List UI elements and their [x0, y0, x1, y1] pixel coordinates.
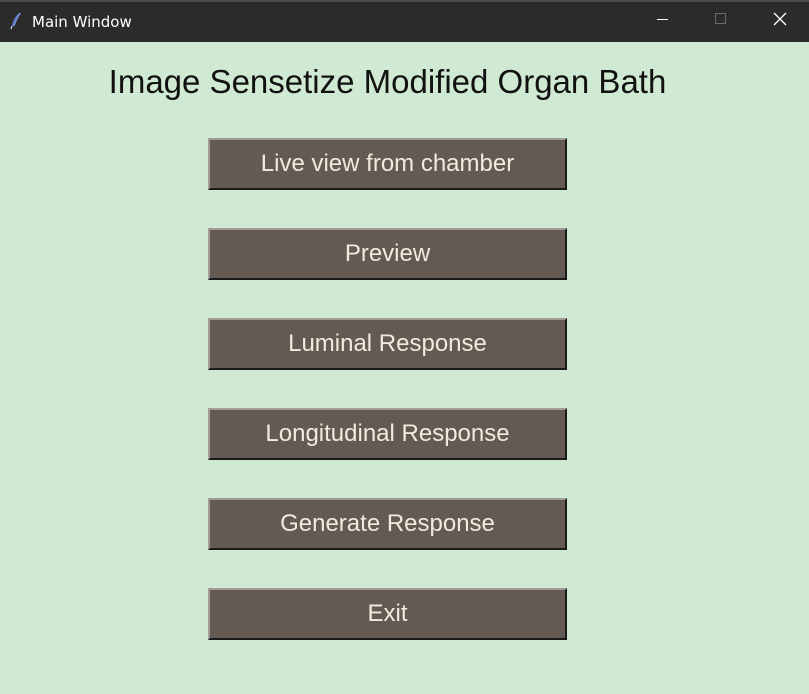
longitudinal-response-button-label: Longitudinal Response — [265, 420, 510, 447]
minimize-button[interactable] — [634, 0, 692, 42]
page-title: Image Sensetize Modified Organ Bath — [108, 63, 667, 100]
main-window: Main Window Image Sensetize Modified Org… — [0, 0, 809, 694]
longitudinal-response-button[interactable]: Longitudinal Response — [208, 408, 567, 460]
maximize-button[interactable] — [692, 0, 750, 42]
exit-button-label: Exit — [367, 600, 408, 627]
maximize-icon — [715, 12, 727, 30]
exit-button[interactable]: Exit — [208, 588, 567, 640]
generate-response-button-label: Generate Response — [280, 510, 495, 537]
feather-icon — [9, 12, 23, 30]
generate-response-button[interactable]: Generate Response — [208, 498, 567, 550]
luminal-response-button-label: Luminal Response — [288, 330, 487, 357]
minimize-icon — [657, 12, 669, 30]
preview-button[interactable]: Preview — [208, 228, 567, 280]
live-view-button-label: Live view from chamber — [260, 150, 515, 177]
title-bar[interactable]: Main Window — [0, 0, 809, 42]
preview-button-label: Preview — [344, 240, 431, 267]
live-view-button[interactable]: Live view from chamber — [208, 138, 567, 190]
window-title: Main Window — [32, 13, 132, 31]
close-button[interactable] — [751, 0, 809, 42]
luminal-response-button[interactable]: Luminal Response — [208, 318, 567, 370]
close-icon — [773, 12, 787, 31]
